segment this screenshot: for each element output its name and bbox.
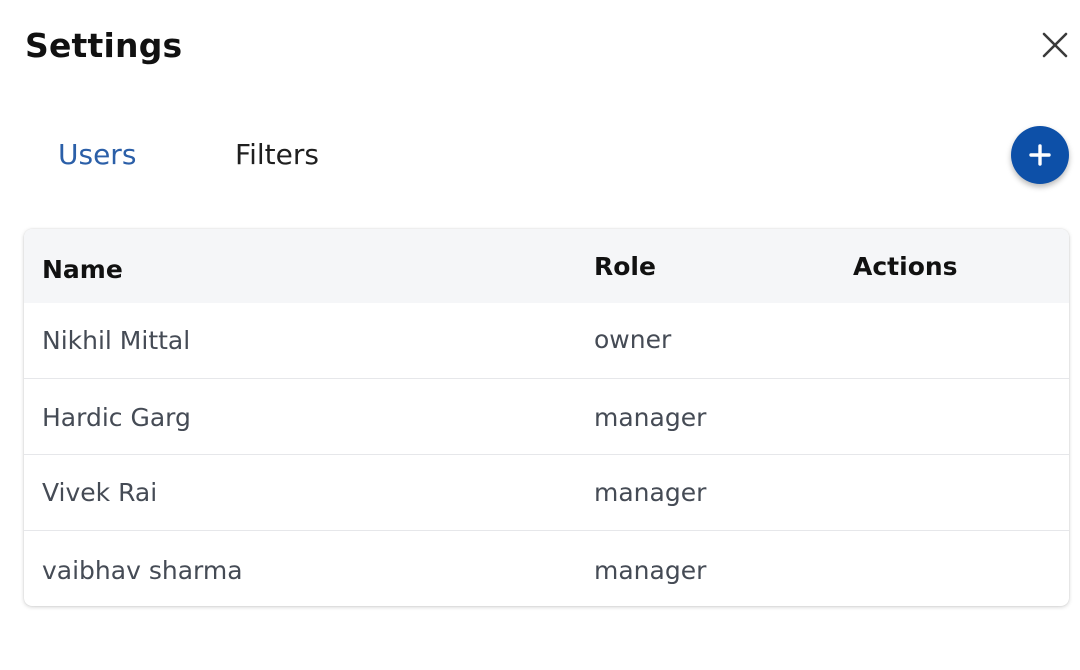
column-header-name: Name <box>42 255 123 284</box>
user-role: manager <box>594 556 707 585</box>
user-name: Nikhil Mittal <box>42 326 191 355</box>
add-user-button[interactable] <box>1011 126 1069 184</box>
tab-users[interactable]: Users <box>58 138 136 171</box>
user-name: Vivek Rai <box>42 478 158 507</box>
user-name: Hardic Garg <box>42 403 191 432</box>
table-row: Hardic Garg manager <box>24 378 1069 455</box>
column-header-actions: Actions <box>853 252 958 281</box>
user-role: manager <box>594 403 707 432</box>
table-row: Vivek Rai manager <box>24 454 1069 531</box>
table-row: Nikhil Mittal owner <box>24 303 1069 379</box>
close-button[interactable] <box>1035 26 1075 66</box>
table-row: vaibhav sharma manager <box>24 530 1069 606</box>
table-header: Name Role Actions <box>24 229 1069 303</box>
tab-filters[interactable]: Filters <box>235 138 319 171</box>
plus-icon <box>1029 144 1051 166</box>
users-table: Name Role Actions Nikhil Mittal owner Ha… <box>24 229 1069 606</box>
settings-page: Settings Users Filters Name Role Actions… <box>0 0 1080 670</box>
user-role: owner <box>594 325 672 354</box>
close-icon <box>1042 32 1068 58</box>
page-title: Settings <box>25 26 183 65</box>
user-role: manager <box>594 478 707 507</box>
column-header-role: Role <box>594 252 656 281</box>
user-name: vaibhav sharma <box>42 556 243 585</box>
